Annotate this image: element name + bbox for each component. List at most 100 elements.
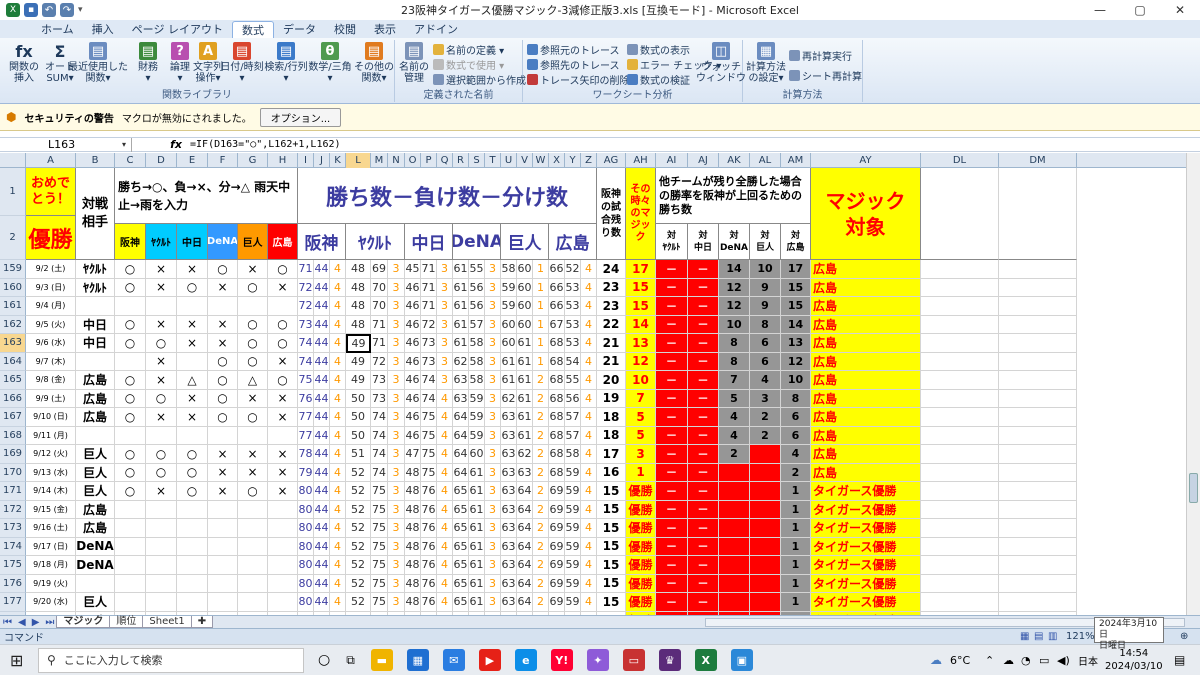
score-cell[interactable]: 53 (565, 297, 581, 316)
opponent-cell[interactable]: 巨人 (76, 482, 115, 501)
row-header[interactable]: 173 (0, 519, 26, 538)
magic-number-cell[interactable]: 優勝 (626, 500, 656, 519)
score-cell[interactable]: 3 (485, 408, 501, 427)
score-cell[interactable]: 52 (346, 519, 371, 538)
score-cell[interactable]: 64 (453, 445, 469, 464)
create-from-selection-button[interactable]: 選択範囲から作成 (433, 72, 526, 87)
empty-header-dl[interactable] (921, 168, 999, 260)
result-cell[interactable]: ○ (177, 445, 208, 464)
score-cell[interactable]: 48 (405, 463, 421, 482)
store-icon[interactable]: ▦ (406, 649, 429, 671)
score-cell[interactable]: 59 (501, 297, 517, 316)
date-cell[interactable]: 9/16 (土) (26, 519, 76, 538)
trace-precedents-button[interactable]: 参照元のトレース (527, 42, 620, 57)
magic-number-cell[interactable]: 15 (626, 278, 656, 297)
wins-needed-cell[interactable]: 15 (781, 278, 811, 297)
score-cell[interactable]: 44 (314, 260, 330, 279)
wins-needed-cell[interactable]: － (719, 482, 750, 501)
column-header-g[interactable]: G (238, 153, 268, 168)
result-cell[interactable]: ○ (238, 482, 268, 501)
result-cell[interactable] (208, 297, 238, 316)
cortana-icon[interactable]: ○ (318, 652, 330, 668)
empty-cell[interactable] (999, 537, 1077, 556)
select-all-corner[interactable] (0, 153, 26, 168)
result-cell[interactable] (268, 500, 298, 519)
empty-cell[interactable] (999, 445, 1077, 464)
weather-temp[interactable]: 6°C (950, 654, 970, 667)
calculation-options-button[interactable]: ▦ 計算方法 の設定▾ (746, 42, 786, 84)
score-cell[interactable]: 75 (421, 408, 437, 427)
score-cell[interactable]: 1 (533, 278, 549, 297)
score-cell[interactable]: 59 (469, 408, 485, 427)
score-cell[interactable]: 73 (421, 334, 437, 353)
magic-target-cell[interactable]: 広島 (811, 297, 921, 316)
score-cell[interactable]: 2 (533, 500, 549, 519)
date-cell[interactable]: 9/20 (水) (26, 593, 76, 612)
wins-needed-cell[interactable]: 8 (719, 334, 750, 353)
empty-cell[interactable] (921, 593, 999, 612)
show-formulas-button[interactable]: 数式の表示 (627, 42, 690, 57)
date-cell[interactable]: 9/13 (水) (26, 463, 76, 482)
score-cell[interactable]: 44 (314, 426, 330, 445)
result-cell[interactable]: ○ (115, 260, 146, 279)
team-big-2[interactable]: 中日 (405, 224, 453, 260)
view-normal-icon[interactable]: ▦ (1020, 631, 1029, 642)
score-cell[interactable]: 3 (388, 537, 405, 556)
team-short-0[interactable]: 阪神 (115, 224, 146, 260)
score-cell[interactable]: 68 (549, 352, 565, 371)
wins-needed-cell[interactable]: － (688, 482, 719, 501)
score-cell[interactable]: 61 (453, 315, 469, 334)
empty-cell[interactable] (999, 389, 1077, 408)
wins-needed-cell[interactable]: 10 (750, 260, 781, 279)
score-cell[interactable]: 61 (517, 389, 533, 408)
row-header[interactable]: 162 (0, 315, 26, 334)
opponent-cell[interactable]: 広島 (76, 408, 115, 427)
wins-needed-cell[interactable]: － (656, 408, 688, 427)
score-cell[interactable]: 60 (469, 445, 485, 464)
wins-needed-header[interactable]: 他チームが残り全勝した場合の勝率を阪神が上回るための勝ち数 (656, 168, 811, 224)
score-cell[interactable]: 61 (453, 278, 469, 297)
score-cell[interactable]: 3 (485, 260, 501, 279)
sheet-nav-first-icon[interactable]: ⏮ (0, 617, 15, 628)
score-cell[interactable]: 46 (405, 352, 421, 371)
mail-icon[interactable]: ✉ (442, 649, 465, 671)
result-cell[interactable] (115, 537, 146, 556)
score-cell[interactable]: 72 (371, 352, 388, 371)
score-cell[interactable]: 45 (405, 260, 421, 279)
date-cell[interactable]: 9/14 (木) (26, 482, 76, 501)
score-cell[interactable]: 2 (533, 426, 549, 445)
redo-icon[interactable]: ↷ (60, 3, 74, 17)
score-cell[interactable]: 2 (533, 408, 549, 427)
score-cell[interactable]: 2 (533, 593, 549, 612)
score-cell[interactable]: 63 (501, 426, 517, 445)
score-cell[interactable]: 44 (314, 574, 330, 593)
score-cell[interactable]: 4 (581, 593, 597, 612)
wins-needed-cell[interactable]: 8 (719, 352, 750, 371)
result-cell[interactable] (208, 500, 238, 519)
task-view-icon[interactable]: ⧉ (346, 653, 355, 668)
score-cell[interactable]: 71 (421, 297, 437, 316)
view-page-layout-icon[interactable]: ▤ (1034, 631, 1043, 642)
score-cell[interactable]: 59 (469, 389, 485, 408)
wins-needed-cell[interactable]: 6 (781, 408, 811, 427)
opponent-cell[interactable]: 中日 (76, 334, 115, 353)
column-header-h[interactable]: H (268, 153, 298, 168)
result-cell[interactable]: ○ (115, 278, 146, 297)
score-cell[interactable]: 44 (314, 537, 330, 556)
magic-number-cell[interactable]: 優勝 (626, 482, 656, 501)
score-cell[interactable]: 65 (453, 537, 469, 556)
score-cell[interactable]: 68 (549, 445, 565, 464)
zoom-level[interactable]: 121% (1066, 631, 1095, 642)
result-cell[interactable] (238, 593, 268, 612)
score-cell[interactable]: 4 (330, 352, 346, 371)
date-cell[interactable]: 9/6 (水) (26, 334, 76, 353)
score-cell[interactable]: 4 (437, 408, 453, 427)
magic-number-cell[interactable]: 5 (626, 426, 656, 445)
magic-target-cell[interactable]: 広島 (811, 389, 921, 408)
score-cell[interactable]: 44 (314, 463, 330, 482)
date-cell[interactable]: 9/3 (日) (26, 278, 76, 297)
result-cell[interactable]: ○ (268, 371, 298, 390)
score-cell[interactable]: 44 (314, 334, 330, 353)
score-cell[interactable]: 2 (533, 519, 549, 538)
team-short-3[interactable]: DeNA (208, 224, 238, 260)
